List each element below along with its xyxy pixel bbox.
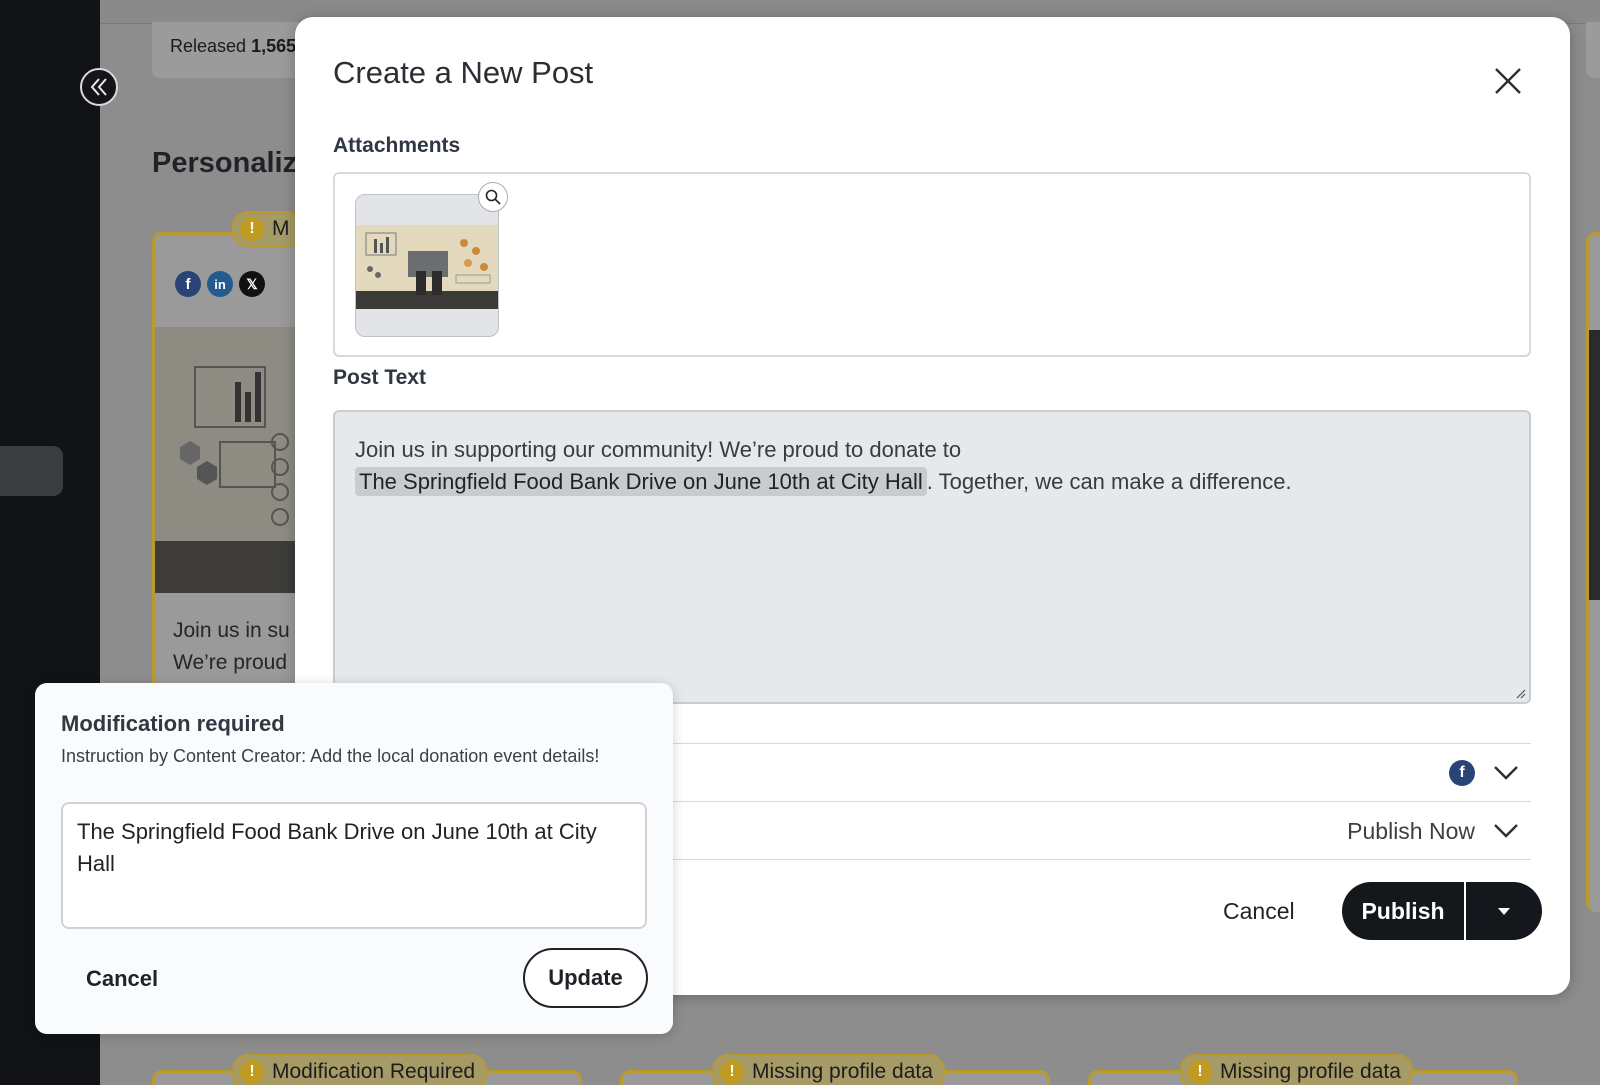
cancel-button[interactable]: Cancel (1223, 898, 1295, 925)
post-text-tail: . Together, we can make a difference. (926, 469, 1292, 494)
schedule-selector-value: Publish Now (1347, 802, 1521, 860)
released-label: Released (170, 36, 247, 56)
warning-icon: ! (720, 1060, 744, 1084)
update-button[interactable]: Update (523, 948, 648, 1008)
status-badge-label: Missing profile data (1220, 1060, 1401, 1083)
status-badge-label: Modification Required (272, 1060, 476, 1083)
social-icons: f in 𝕏 (175, 271, 265, 297)
attachment-preview-button[interactable] (478, 182, 508, 212)
warning-icon: ! (1188, 1060, 1212, 1084)
close-button[interactable] (1490, 63, 1526, 99)
chevron-down-icon (1494, 824, 1518, 838)
chevron-down-icon (1494, 766, 1518, 780)
caret-down-icon (1498, 908, 1510, 915)
attachments-label: Attachments (333, 134, 461, 157)
popover-instruction: Instruction by Content Creator: Add the … (61, 746, 600, 766)
post-text-label: Post Text (333, 366, 426, 389)
warning-icon: ! (240, 1060, 264, 1084)
status-badge-missing-profile: ! Missing profile data (712, 1054, 945, 1085)
attachment-image (356, 225, 498, 309)
popover-cancel-button[interactable]: Cancel (86, 966, 158, 992)
sidebar-active-item[interactable] (0, 446, 63, 496)
x-icon: 𝕏 (239, 271, 265, 297)
card-status-badge-label: M (272, 217, 290, 240)
schedule-value: Publish Now (1347, 817, 1475, 844)
resize-handle-icon[interactable] (1514, 687, 1526, 699)
card-status-badge: ! M (232, 211, 302, 247)
publish-options-button[interactable] (1466, 882, 1542, 940)
modification-popover: Modification required Instruction by Con… (35, 683, 673, 1034)
status-badge-missing-profile: ! Missing profile data (1180, 1054, 1413, 1085)
released-count: 1,565 (251, 36, 297, 56)
linkedin-icon: in (207, 271, 233, 297)
attachments-dropzone[interactable] (333, 172, 1531, 357)
publish-split-button: Publish (1342, 882, 1542, 940)
facebook-icon: f (175, 271, 201, 297)
facebook-icon: f (1449, 760, 1475, 786)
popover-title: Modification required (61, 711, 285, 736)
post-text-line2: The Springfield Food Bank Drive on June … (355, 466, 1509, 498)
close-icon (1495, 68, 1521, 94)
network-selector-value: f (1449, 744, 1521, 802)
publish-button[interactable]: Publish (1342, 882, 1466, 940)
warning-icon: ! (240, 217, 264, 241)
modification-textarea[interactable]: The Springfield Food Bank Drive on June … (61, 802, 647, 929)
status-badge-label: Missing profile data (752, 1060, 933, 1083)
modal-title: Create a New Post (333, 55, 594, 90)
stat-card-edge (1586, 22, 1600, 78)
post-card-right-image (1589, 330, 1600, 600)
section-heading: Personalize (152, 147, 314, 179)
double-chevron-left-icon (90, 78, 107, 96)
highlighted-placeholder[interactable]: The Springfield Food Bank Drive on June … (355, 467, 927, 496)
post-text-line1: Join us in supporting our community! We’… (355, 437, 962, 462)
search-icon (485, 189, 501, 205)
attachment-thumbnail[interactable] (355, 194, 499, 337)
collapse-sidebar-button[interactable] (80, 68, 118, 106)
status-badge-modification: ! Modification Required (232, 1054, 488, 1085)
post-text-area[interactable]: Join us in supporting our community! We’… (333, 410, 1531, 704)
